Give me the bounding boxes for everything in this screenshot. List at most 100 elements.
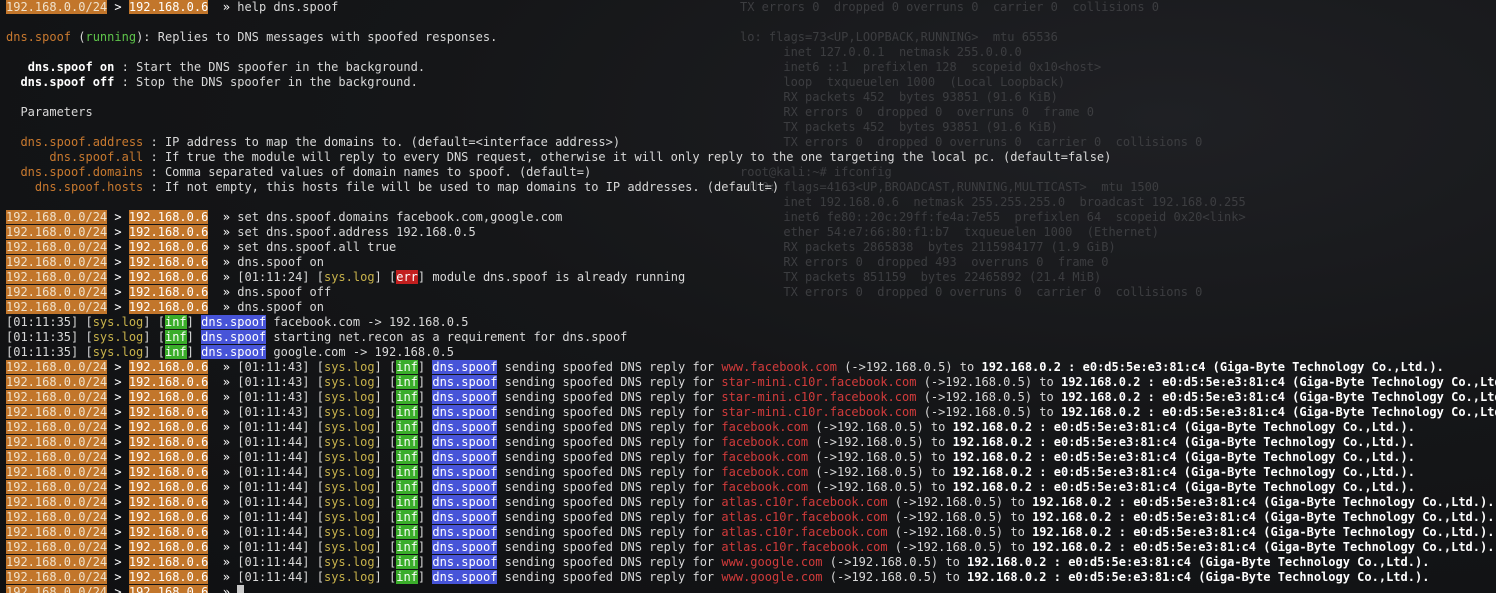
target-host: 192.168.0.2 : e0:d5:5e:e3:81:c4 (Giga-By… bbox=[952, 480, 1415, 494]
prompt-network: 192.168.0.0/24 bbox=[6, 210, 108, 224]
prompt-ip: 192.168.0.6 bbox=[128, 255, 209, 269]
prompt-network: 192.168.0.0/24 bbox=[6, 225, 108, 239]
help-header: dns.spoof (running): Replies to DNS mess… bbox=[6, 30, 498, 44]
log-time: [01:11:24] bbox=[237, 270, 310, 284]
log-message: sending spoofed DNS reply for bbox=[497, 525, 722, 539]
log-source: sys.log bbox=[323, 375, 375, 389]
command-text: set dns.spoof.address 192.168.0.5 bbox=[237, 225, 476, 239]
spoof-log-line: 192.168.0.0/24 > 192.168.0.6 » [01:11:44… bbox=[6, 525, 1495, 539]
spoof-log-line: 192.168.0.0/24 > 192.168.0.6 » [01:11:44… bbox=[6, 435, 1415, 449]
log-time: [01:11:44] bbox=[237, 450, 310, 464]
prompt-separator: » bbox=[222, 585, 231, 593]
prompt-line-current[interactable]: 192.168.0.0/24 > 192.168.0.6 » bbox=[6, 585, 1496, 593]
prompt-ip: 192.168.0.6 bbox=[128, 555, 209, 569]
prompt-arrow: > bbox=[114, 540, 122, 554]
prompt-arrow: > bbox=[114, 570, 122, 584]
prompt-ip: 192.168.0.6 bbox=[128, 510, 209, 524]
module-badge: dns.spoof bbox=[432, 495, 498, 509]
target-host: 192.168.0.2 : e0:d5:5e:e3:81:c4 (Giga-By… bbox=[967, 570, 1430, 584]
spoofed-domain: facebook.com bbox=[721, 480, 809, 494]
log-time: [01:11:35] bbox=[6, 330, 79, 344]
log-message: (->192.168.0.5) to bbox=[887, 540, 1033, 554]
command-history: 192.168.0.0/24 > 192.168.0.6 » set dns.s… bbox=[6, 210, 1496, 315]
prompt-ip: 192.168.0.6 bbox=[128, 270, 209, 284]
target-host: 192.168.0.2 : e0:d5:5e:e3:81:c4 (Giga-By… bbox=[952, 420, 1415, 434]
prompt-arrow: > bbox=[114, 405, 122, 419]
prompt-arrow: > bbox=[114, 465, 122, 479]
prompt-ip: 192.168.0.6 bbox=[128, 240, 209, 254]
prompt-network: 192.168.0.0/24 bbox=[6, 450, 108, 464]
prompt-arrow: > bbox=[114, 555, 122, 569]
command-line: 192.168.0.0/24 > 192.168.0.6 » set dns.s… bbox=[6, 210, 1496, 225]
param-address: dns.spoof.address : IP address to map th… bbox=[6, 135, 1496, 150]
target-host: 192.168.0.2 : e0:d5:5e:e3:81:c4 (Giga-By… bbox=[952, 465, 1415, 479]
module-badge: dns.spoof bbox=[432, 540, 498, 554]
spoof-log-line: 192.168.0.0/24 > 192.168.0.6 » [01:11:44… bbox=[6, 450, 1415, 464]
prompt-ip: 192.168.0.6 bbox=[128, 210, 209, 224]
log-level-badge: inf bbox=[396, 510, 418, 524]
prompt-network: 192.168.0.0/24 bbox=[6, 435, 108, 449]
prompt-ip: 192.168.0.6 bbox=[128, 525, 209, 539]
log-message: (->192.168.0.5) to bbox=[916, 375, 1061, 389]
log-message: (->192.168.0.5) to bbox=[887, 525, 1033, 539]
param-name: dns.spoof.all bbox=[49, 150, 144, 164]
spoofed-domain: www.facebook.com bbox=[721, 360, 837, 374]
param-name: dns.spoof.address bbox=[20, 135, 144, 149]
target-host: 192.168.0.2 : e0:d5:5e:e3:81:c4 (Giga-By… bbox=[1032, 495, 1495, 509]
log-time: [01:11:44] bbox=[237, 525, 310, 539]
cursor[interactable] bbox=[237, 585, 245, 593]
prompt-separator: » bbox=[222, 480, 231, 494]
param-desc: : If not empty, this hosts file will be … bbox=[143, 180, 780, 194]
prompt-arrow: > bbox=[114, 480, 122, 494]
prompt-network: 192.168.0.0/24 bbox=[6, 270, 108, 284]
log-message: (->192.168.0.5) to bbox=[808, 480, 953, 494]
log-message: sending spoofed DNS reply for bbox=[497, 480, 722, 494]
spoofed-domain: atlas.c10r.facebook.com bbox=[721, 495, 888, 509]
log-message: (->192.168.0.5) to bbox=[808, 465, 953, 479]
log-message: sending spoofed DNS reply for bbox=[497, 465, 722, 479]
prompt-ip: 192.168.0.6 bbox=[128, 300, 209, 314]
target-host: 192.168.0.2 : e0:d5:5e:e3:81:c4 (Giga-By… bbox=[952, 450, 1415, 464]
terminal-window[interactable]: TX errors 0 dropped 0 overruns 0 carrier… bbox=[0, 0, 1496, 593]
prompt-separator: » bbox=[222, 540, 231, 554]
help-command-desc: : Start the DNS spoofer in the backgroun… bbox=[114, 60, 426, 74]
target-host: 192.168.0.2 : e0:d5:5e:e3:81:c4 (Giga-By… bbox=[1060, 390, 1496, 404]
help-command-name: dns.spoof off bbox=[20, 75, 115, 89]
command-text: help dns.spoof bbox=[237, 0, 339, 14]
log-source: sys.log bbox=[323, 270, 375, 284]
prompt-network: 192.168.0.0/24 bbox=[6, 480, 108, 494]
module-badge: dns.spoof bbox=[432, 375, 498, 389]
log-level-badge: inf bbox=[396, 555, 418, 569]
spoofed-domain: facebook.com bbox=[721, 435, 809, 449]
prompt-separator: » bbox=[222, 570, 231, 584]
log-time: [01:11:43] bbox=[237, 390, 310, 404]
log-message: sending spoofed DNS reply for bbox=[497, 405, 722, 419]
prompt-arrow: > bbox=[114, 495, 122, 509]
info-log-line: [01:11:35] [sys.log] [inf] dns.spoof goo… bbox=[6, 345, 454, 359]
info-log-line: [01:11:35] [sys.log] [inf] dns.spoof sta… bbox=[6, 330, 628, 344]
help-command-name: dns.spoof on bbox=[27, 60, 115, 74]
prompt-separator: » bbox=[222, 390, 231, 404]
log-message: starting net.recon as a requirement for … bbox=[266, 330, 628, 344]
spoof-log-line: 192.168.0.0/24 > 192.168.0.6 » [01:11:44… bbox=[6, 480, 1415, 494]
param-name: dns.spoof.domains bbox=[20, 165, 144, 179]
spoof-log-line: 192.168.0.0/24 > 192.168.0.6 » [01:11:44… bbox=[6, 570, 1430, 584]
prompt-separator: » bbox=[222, 255, 231, 269]
module-badge: dns.spoof bbox=[432, 555, 498, 569]
prompt-arrow: > bbox=[114, 360, 122, 374]
log-source: sys.log bbox=[323, 570, 375, 584]
command-text: dns.spoof on bbox=[237, 255, 324, 269]
log-level-badge: inf bbox=[396, 450, 418, 464]
log-time: [01:11:44] bbox=[237, 555, 310, 569]
module-badge: dns.spoof bbox=[432, 465, 498, 479]
spoofed-domain: atlas.c10r.facebook.com bbox=[721, 510, 888, 524]
prompt-network: 192.168.0.0/24 bbox=[6, 525, 108, 539]
log-source: sys.log bbox=[323, 405, 375, 419]
log-level-badge: inf bbox=[396, 525, 418, 539]
log-time: [01:11:44] bbox=[237, 465, 310, 479]
prompt-network: 192.168.0.0/24 bbox=[6, 495, 108, 509]
log-message: (->192.168.0.5) to bbox=[822, 570, 968, 584]
prompt-separator: » bbox=[222, 360, 231, 374]
spoofed-domain: atlas.c10r.facebook.com bbox=[721, 540, 888, 554]
log-message: sending spoofed DNS reply for bbox=[497, 540, 722, 554]
